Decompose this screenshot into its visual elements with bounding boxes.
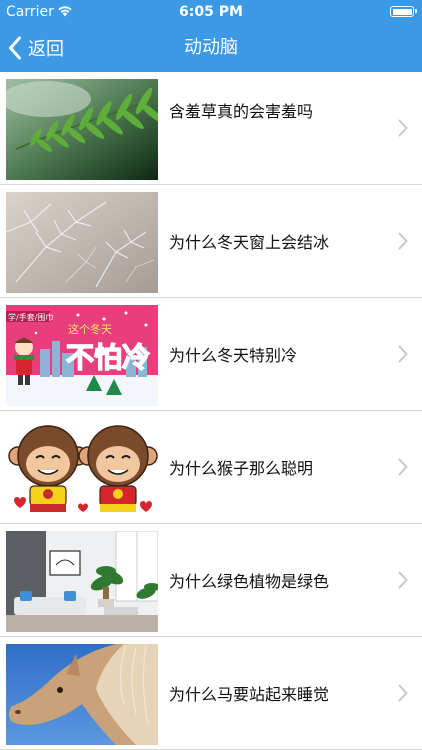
winter-banner-left-text: 学/手套/围巾 [8,312,53,322]
list-item[interactable]: 为什么猴子那么聪明 [0,411,422,524]
list-item[interactable]: 含羞草真的会害羞吗 [0,72,422,185]
chevron-right-icon [398,119,408,137]
status-time: 6:05 PM [179,4,243,20]
list-item-title: 为什么猴子那么聪明 [169,459,314,478]
horse-head-thumbnail [6,644,158,745]
navigation-bar: 返回 动动脑 [0,24,422,72]
chevron-right-icon [398,345,408,363]
cartoon-monkeys-thumbnail [6,418,158,519]
back-button[interactable]: 返回 [8,24,64,72]
list-item[interactable]: 学/手套/围巾 这个冬天 不怕冷 为什么冬天特别冷 [0,298,422,411]
status-bar: Carrier 6:05 PM [0,0,422,24]
list-item-title: 为什么冬天特别冷 [169,346,298,365]
winter-banner-small-text: 这个冬天 [68,322,112,336]
chevron-right-icon [398,232,408,250]
list-item-title: 为什么绿色植物是绿色 [169,572,330,591]
back-label: 返回 [28,39,64,60]
frost-pattern-thumbnail [6,192,158,293]
list-item[interactable]: 为什么马要站起来睡觉 [0,637,422,750]
battery-icon [390,6,417,17]
mimosa-leaf-thumbnail [6,79,158,180]
winter-cartoon-thumbnail: 学/手套/围巾 这个冬天 不怕冷 [6,305,158,406]
list-item-title: 为什么马要站起来睡觉 [169,685,330,704]
list-item[interactable]: 为什么冬天窗上会结冰 [0,185,422,298]
chevron-left-icon [9,36,21,60]
chevron-right-icon [398,684,408,702]
list-item-title: 含羞草真的会害羞吗 [169,102,314,121]
list-item[interactable]: 为什么绿色植物是绿色 [0,524,422,637]
living-room-plants-thumbnail [6,531,158,632]
winter-banner-big-text: 不怕冷 [66,341,150,374]
article-list: 含羞草真的会害羞吗 为什么冬天窗上会结冰 学/手套/围巾 这个冬天 不怕冷 为什… [0,72,422,750]
chevron-right-icon [398,458,408,476]
chevron-right-icon [398,571,408,589]
list-item-title: 为什么冬天窗上会结冰 [169,233,330,252]
